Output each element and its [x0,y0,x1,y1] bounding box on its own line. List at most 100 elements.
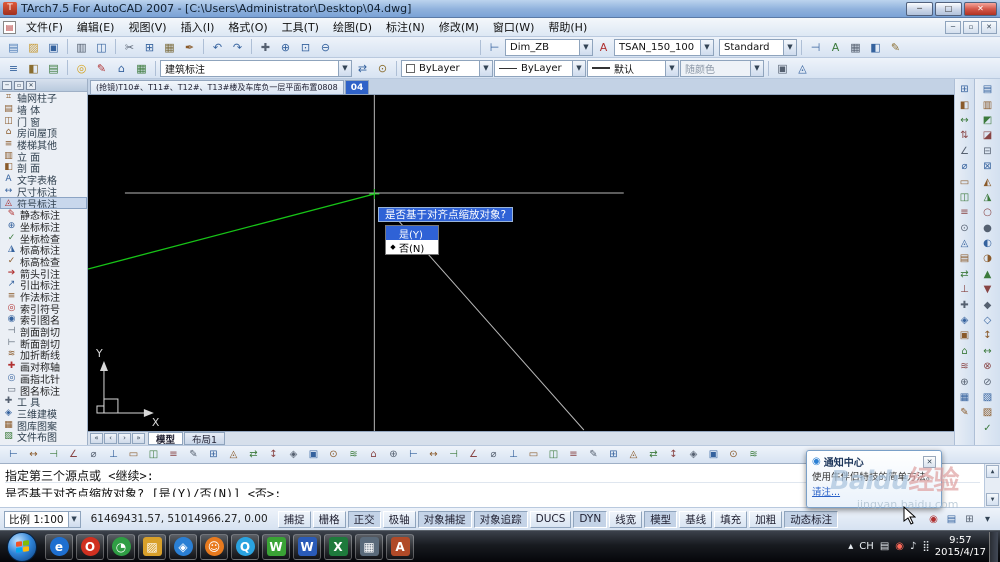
dim-tool-icon[interactable]: ◈ [284,447,303,462]
right-tool-icon[interactable]: ↔ [956,113,973,128]
tab-scroll-arrow-icon[interactable]: » [132,433,145,444]
right-tool-icon[interactable]: ◬ [956,236,973,251]
tray-volume-icon[interactable]: ♪ [910,541,916,552]
child-restore-button[interactable]: ▫ [963,20,979,34]
dim-tool-icon[interactable]: ⌀ [84,447,103,462]
right-tool-icon[interactable]: ◩ [979,113,996,128]
open-folder-icon[interactable]: ▨ [24,39,43,56]
table-style-combo[interactable]: Standard ▼ [719,38,797,56]
dim-tool-icon[interactable]: ⊙ [724,447,743,462]
taskbar-opera-icon[interactable]: O [76,533,104,560]
dim-tool-icon[interactable]: ∠ [464,447,483,462]
right-tool-icon[interactable]: ≋ [956,359,973,374]
right-tool-icon[interactable]: ◮ [979,190,996,205]
chevron-down-icon[interactable]: ▼ [479,60,492,76]
status-toggle-极轴[interactable]: 极轴 [382,510,416,528]
taskbar-qq-icon[interactable]: Q [231,533,259,560]
dim-tool-icon[interactable]: ⊥ [104,447,123,462]
menu-工具(T)[interactable]: 工具(T) [275,17,326,37]
taskbar-ie-icon[interactable]: e [45,533,73,560]
chevron-down-icon[interactable]: ▼ [579,39,592,55]
right-tool-icon[interactable]: ▥ [979,97,996,112]
right-tool-icon[interactable]: ◧ [956,97,973,112]
tray-shield-icon[interactable]: ◉ [895,541,904,552]
pencil-icon[interactable]: ✎ [92,60,111,77]
style-manager-icon[interactable]: ◧ [866,39,885,56]
dim-style-combo[interactable]: Dim_ZB ▼ [505,38,593,56]
right-tool-icon[interactable]: ⊙ [956,221,973,236]
show-desktop-button[interactable] [989,531,998,562]
dim-tool-icon[interactable]: ⊢ [404,447,423,462]
right-tool-icon[interactable]: ▤ [956,251,973,266]
tab-scroll-arrow-icon[interactable]: ‹ [104,433,117,444]
tray-language-indicator[interactable]: CH [859,541,874,552]
pan-icon[interactable]: ✚ [256,39,275,56]
color-combo[interactable]: ByLayer ▼ [401,59,493,77]
plot-preview-icon[interactable]: ◫ [92,39,111,56]
chevron-down-icon[interactable]: ▼ [665,60,678,76]
dim-tool-icon[interactable]: ⌀ [484,447,503,462]
right-tool-icon[interactable]: ◐ [979,236,996,251]
context-menu-item-否(N)[interactable]: ◆ 否(N) [386,240,438,255]
dim-edit-icon[interactable]: ⊣ [806,39,825,56]
dim-tool-icon[interactable]: ↕ [264,447,283,462]
house-icon[interactable]: ⌂ [112,60,131,77]
dim-tool-icon[interactable]: ◬ [224,447,243,462]
right-tool-icon[interactable]: ⊘ [979,374,996,389]
dim-tool-icon[interactable]: ◈ [684,447,703,462]
taskbar-cad-drawing-icon[interactable]: ▦ [355,533,383,560]
dim-tool-icon[interactable]: ◬ [624,447,643,462]
dim-tool-icon[interactable]: ≡ [564,447,583,462]
status-toggle-基线[interactable]: 基线 [679,510,713,528]
text-style-icon[interactable]: A [594,39,613,56]
right-tool-icon[interactable]: ◭ [979,174,996,189]
dim-tool-icon[interactable]: ⊞ [604,447,623,462]
right-tool-icon[interactable]: ▨ [979,405,996,420]
tray-keyboard-icon[interactable]: ▤ [880,541,889,552]
right-tool-icon[interactable]: ◪ [979,128,996,143]
dim-tool-icon[interactable]: ⊥ [504,447,523,462]
dim-tool-icon[interactable]: ⊣ [44,447,63,462]
layer-manager-icon[interactable]: ≡ [4,60,23,77]
right-tool-icon[interactable]: ▲ [979,267,996,282]
status-toggle-正交[interactable]: 正交 [347,510,381,528]
right-tool-icon[interactable]: ◆ [979,297,996,312]
dim-tool-icon[interactable]: ∠ [64,447,83,462]
menu-帮助(H)[interactable]: 帮助(H) [541,17,594,37]
status-toggle-加粗[interactable]: 加粗 [749,510,783,528]
dim-tool-icon[interactable]: ◫ [144,447,163,462]
right-tool-icon[interactable]: ↔ [979,344,996,359]
status-toggle-DYN[interactable]: DYN [573,510,608,528]
taskbar-word-icon[interactable]: W [293,533,321,560]
notification-close-button[interactable]: ✕ [923,455,936,468]
palette-footer-文件布图[interactable]: ▧ 文件布图 [0,431,87,444]
menu-窗口(W)[interactable]: 窗口(W) [486,17,541,37]
palette-item-图名标注[interactable]: ▭ 图名标注 [0,384,87,398]
zoom-previous-icon[interactable]: ⊖ [316,39,335,56]
right-tool-icon[interactable]: ⇄ [956,267,973,282]
new-file-icon[interactable]: ▤ [4,39,23,56]
tray-network-icon[interactable]: ⣿ [922,541,929,552]
right-tool-icon[interactable]: ◈ [956,313,973,328]
cut-icon[interactable]: ✂ [120,39,139,56]
right-tool-icon[interactable]: ○ [979,205,996,220]
properties-icon[interactable]: ▣ [773,60,792,77]
menu-修改(M)[interactable]: 修改(M) [432,17,486,37]
right-tool-icon[interactable]: ⇅ [956,128,973,143]
dim-tool-icon[interactable]: ⇄ [644,447,663,462]
right-tool-icon[interactable]: ◇ [979,313,996,328]
table-icon[interactable]: ▦ [846,39,865,56]
scale-selector[interactable]: 比例 1:100 ▼ [4,510,81,528]
status-menu-arrow-icon[interactable]: ▾ [979,511,996,527]
document-tab-1[interactable]: (抢镜)T10#、T11#、T12#、T13#楼及车库负一层平面布置0808 [90,80,344,94]
status-toggle-模型[interactable]: 模型 [644,510,678,528]
taskbar-clock[interactable]: 9:57 2015/4/17 [935,535,986,559]
lineweight-combo[interactable]: 默认 ▼ [587,59,679,77]
dim-tool-icon[interactable]: ⊢ [4,447,23,462]
right-tool-icon[interactable]: ⌀ [956,159,973,174]
dim-tool-icon[interactable]: ≋ [744,447,763,462]
menu-文件(F)[interactable]: 文件(F) [19,17,70,37]
right-tool-icon[interactable]: ✚ [956,297,973,312]
dim-tool-icon[interactable]: ⊕ [384,447,403,462]
status-toggle-对象捕捉[interactable]: 对象捕捉 [417,510,472,528]
